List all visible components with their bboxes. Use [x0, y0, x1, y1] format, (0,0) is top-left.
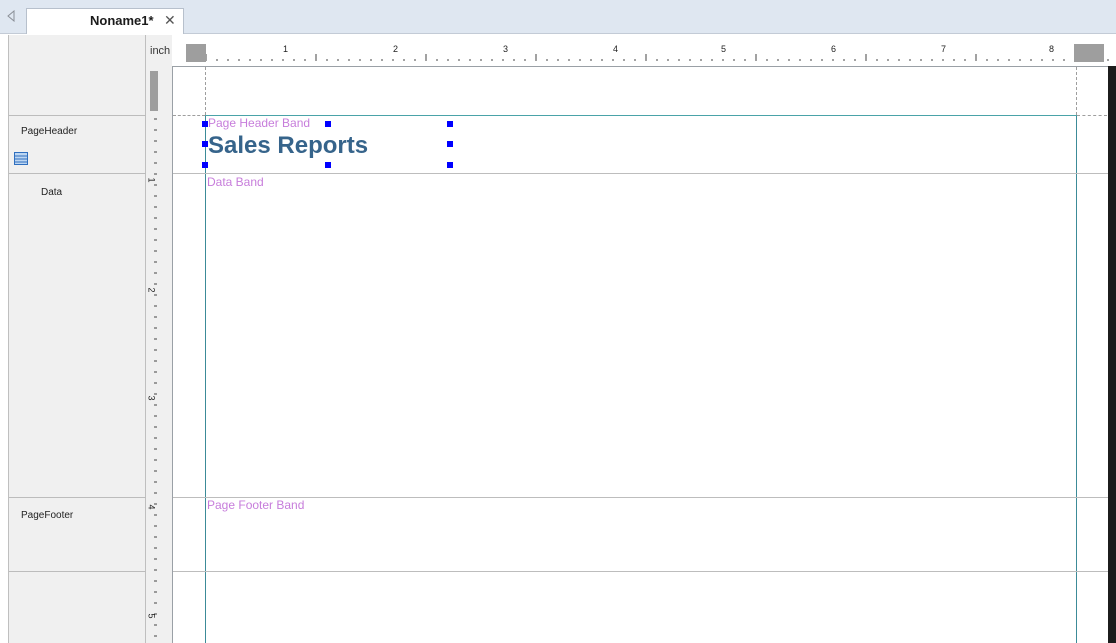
ruler-unit: inch	[150, 45, 171, 57]
band-row-separator	[9, 497, 147, 498]
band-item-pageheader[interactable]: PageHeader	[21, 126, 77, 137]
band-list: PageHeader Data PageFooter	[8, 35, 147, 643]
right-margin-line	[1076, 115, 1077, 643]
ruler-mark-2: 2	[393, 44, 399, 54]
horizontal-ruler-right-margin-marker[interactable]	[1074, 44, 1104, 62]
vruler-mark-5: 5	[146, 613, 157, 619]
band-separator[interactable]	[173, 571, 1108, 572]
selection-handle[interactable]	[325, 121, 331, 127]
selection-handle[interactable]	[325, 162, 331, 168]
ruler-mark-8: 8	[1049, 44, 1055, 54]
tab-title: Noname1*	[90, 13, 154, 28]
tab-scroll-left-icon[interactable]	[6, 9, 20, 24]
margin-guide	[1076, 67, 1077, 115]
close-icon[interactable]: ✕	[164, 12, 176, 29]
report-title-textbox[interactable]: Sales Reports	[208, 132, 368, 160]
band-item-pagefooter[interactable]: PageFooter	[21, 510, 73, 521]
ruler-mark-1: 1	[283, 44, 289, 54]
margin-guide	[173, 115, 205, 116]
vertical-ruler: 1 2 3 4 5	[146, 115, 172, 643]
ruler-mark-4: 4	[613, 44, 619, 54]
vruler-mark-1: 1	[146, 177, 157, 183]
margin-guide	[205, 67, 206, 115]
vruler-mark-4: 4	[146, 504, 157, 510]
band-separator[interactable]	[173, 173, 1108, 174]
band-row-separator	[9, 173, 147, 174]
data-band-icon	[14, 152, 28, 165]
vruler-mark-2: 2	[146, 287, 157, 293]
selection-handle[interactable]	[447, 162, 453, 168]
band-row-separator	[9, 115, 147, 116]
page-edge-shadow	[1108, 66, 1116, 643]
ruler-mark-5: 5	[721, 44, 727, 54]
selection-handle[interactable]	[202, 162, 208, 168]
vruler-mark-3: 3	[146, 395, 157, 401]
vertical-ruler-margin-marker[interactable]	[150, 71, 158, 111]
left-margin-line	[205, 115, 206, 643]
selection-handle[interactable]	[447, 141, 453, 147]
data-band-caption: Data Band	[207, 175, 264, 189]
band-item-data[interactable]: Data	[41, 187, 62, 198]
tab-noname1[interactable]: Noname1* ✕	[26, 8, 184, 34]
page-header-band-top	[205, 115, 1077, 116]
selection-handle[interactable]	[202, 141, 208, 147]
band-separator[interactable]	[173, 497, 1108, 498]
horizontal-ruler: 1 2 3 4 5 6 7 8	[172, 44, 1116, 66]
margin-guide	[1077, 115, 1107, 116]
band-row-separator	[9, 571, 147, 572]
ruler-mark-7: 7	[941, 44, 947, 54]
page-footer-band-caption: Page Footer Band	[207, 498, 305, 512]
selection-handle[interactable]	[202, 121, 208, 127]
page-header-band-caption: Page Header Band	[208, 116, 311, 130]
ruler-mark-6: 6	[831, 44, 837, 54]
ruler-mark-3: 3	[503, 44, 509, 54]
selection-handle[interactable]	[447, 121, 453, 127]
document-tab-bar: Noname1* ✕	[0, 0, 1116, 34]
horizontal-ruler-left-margin-marker[interactable]	[186, 44, 206, 62]
